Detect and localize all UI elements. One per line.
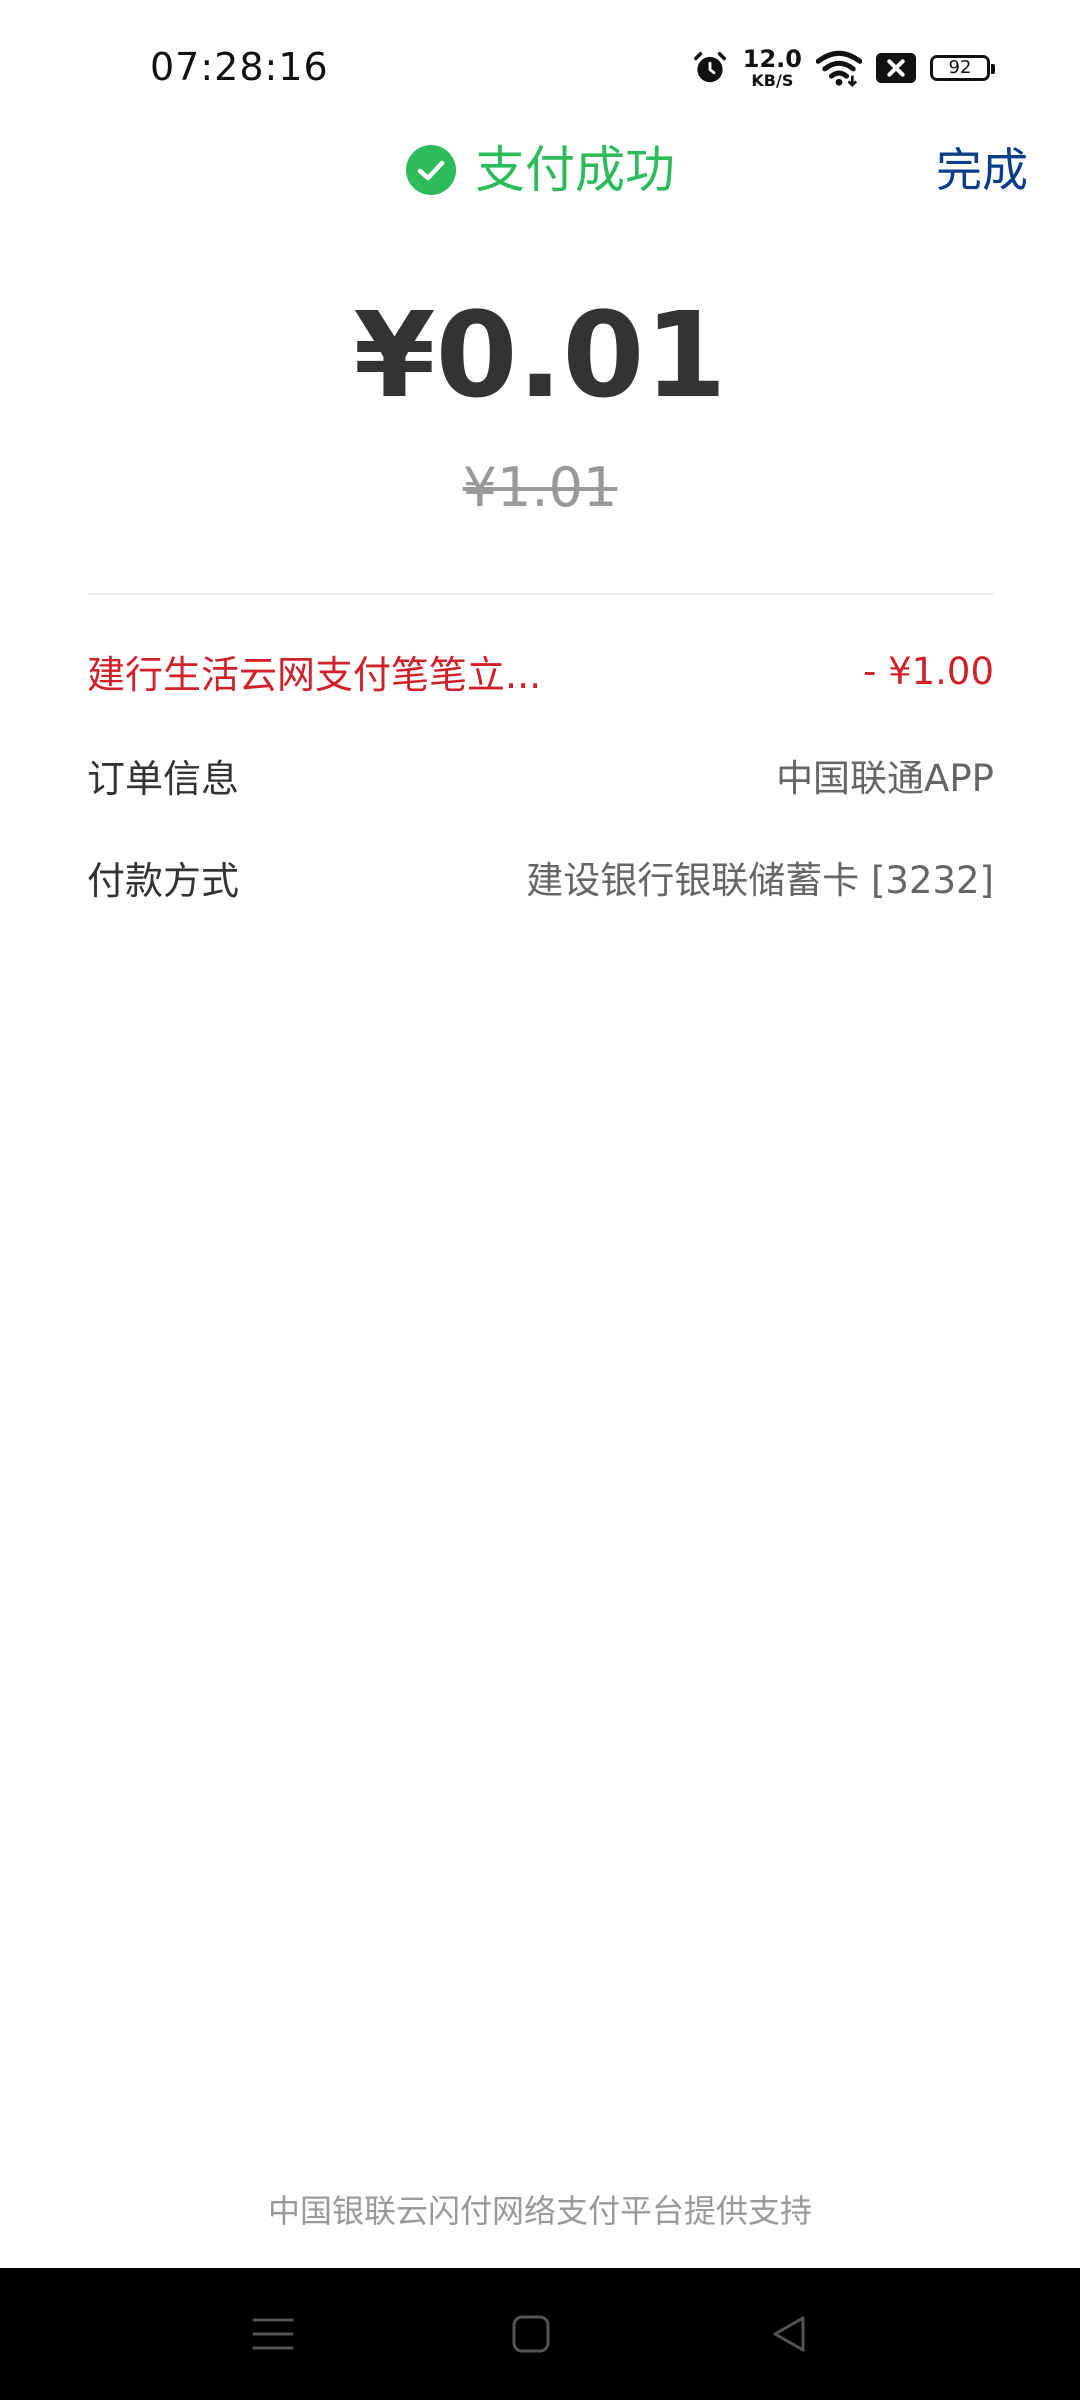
battery-level: 92 (948, 57, 972, 78)
header: 支付成功 完成 (0, 130, 1080, 260)
page-title: 支付成功 (475, 141, 675, 199)
order-info-row: 订单信息 中国联通APP (87, 740, 994, 810)
order-info-label: 订单信息 (87, 756, 240, 801)
sim-disabled-icon (876, 53, 916, 83)
done-button[interactable]: 完成 (936, 130, 1028, 210)
nav-bar (0, 2268, 1080, 2400)
success-check-icon (406, 145, 456, 195)
discount-amount: - ¥1.00 (862, 649, 994, 693)
nav-menu-button[interactable] (243, 2304, 303, 2364)
back-icon (773, 2316, 805, 2352)
divider (87, 593, 994, 595)
nav-back-button[interactable] (759, 2304, 819, 2364)
order-info-value: 中国联通APP (776, 757, 994, 800)
home-icon (512, 2315, 550, 2353)
menu-icon (252, 2318, 294, 2350)
status-icons: 12.0 KB/S 92 (691, 40, 995, 96)
status-bar: 07:28:16 12.0 KB/S 92 (0, 0, 1080, 130)
title-wrap: 支付成功 (0, 130, 1080, 210)
status-time: 07:28:16 (150, 45, 329, 89)
payment-method-row: 付款方式 建设银行银联储蓄卡 [3232] (87, 842, 994, 912)
payment-method-value: 建设银行银联储蓄卡 [3232] (526, 859, 994, 902)
discount-row[interactable]: 建行生活云网支付笔笔立... - ¥1.00 (87, 636, 994, 706)
paid-amount: ¥0.01 (353, 286, 727, 424)
nav-home-button[interactable] (501, 2304, 561, 2364)
original-amount: ¥1.01 (462, 456, 618, 519)
alarm-icon (693, 52, 726, 83)
network-speed-value: 12.0 (742, 45, 802, 73)
network-speed-unit: KB/S (751, 71, 794, 90)
discount-text: 建行生活云网支付笔笔立... (87, 652, 542, 697)
battery-icon: 92 (930, 55, 995, 81)
footer-text: 中国银联云闪付网络支付平台提供支持 (267, 2192, 812, 2230)
payment-method-label: 付款方式 (87, 858, 240, 903)
network-speed: 12.0 KB/S (743, 47, 802, 89)
wifi-icon (816, 50, 862, 87)
